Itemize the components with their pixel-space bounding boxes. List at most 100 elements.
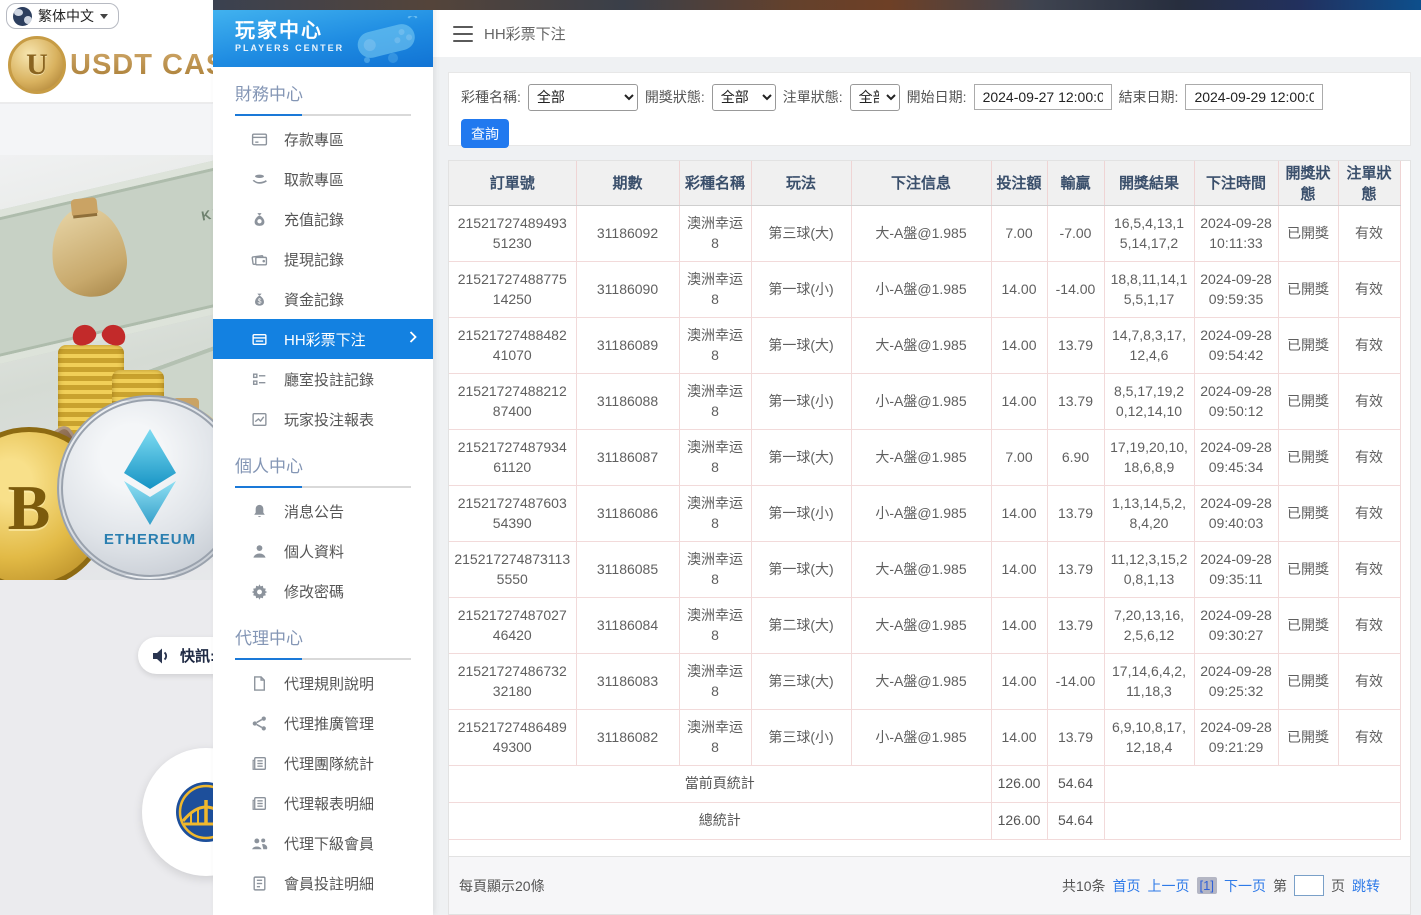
table-cell: 大-A盤@1.985 [851, 597, 991, 653]
table-cell: 2152172748673232180 [449, 653, 576, 709]
sidebar-item-3-2[interactable]: 代理報表明細 [213, 783, 433, 823]
logo-coin-icon: U [8, 36, 66, 94]
start-date-input[interactable] [974, 84, 1112, 110]
sidebar-item-0-0[interactable]: 存款專區 [213, 119, 433, 159]
table-cell: 14.00 [991, 597, 1047, 653]
sidebar-item-2-1[interactable]: 修改密碼 [213, 571, 433, 611]
table-cell: 小-A盤@1.985 [851, 261, 991, 317]
table-cell: 18,8,11,14,15,5,1,17 [1104, 261, 1194, 317]
sidebar-item-0-2[interactable]: 代理規則說明 [213, 663, 433, 703]
sidebar-item-label: 個人資料 [284, 541, 344, 562]
table-cell: 2152172748848241070 [449, 317, 576, 373]
sidebar-item-1-0[interactable]: 取款專區 [213, 159, 433, 199]
sidebar-item-label: 代理下級會員 [284, 833, 374, 854]
order-status-select[interactable]: 全部 [850, 84, 900, 111]
sidebar-item-label: 消息公告 [284, 501, 344, 522]
first-page-link[interactable]: 首页 [1113, 876, 1141, 896]
table-cell: -14.00 [1047, 261, 1104, 317]
draw-status-select[interactable]: 全部 [712, 84, 776, 111]
table-cell: 2024-09-28 09:45:34 [1194, 429, 1278, 485]
sidebar-item-1-2[interactable]: 代理推廣管理 [213, 703, 433, 743]
summary-empty [1104, 802, 1400, 839]
table-cell: 有效 [1338, 317, 1400, 373]
table-cell: 澳洲幸运8 [679, 709, 751, 765]
sidebar-item-label: HH彩票下注 [284, 329, 366, 350]
recharge-bag-icon [250, 210, 268, 228]
sidebar-item-label: 資金記錄 [284, 289, 344, 310]
sidebar-item-2-2[interactable]: 代理團隊統計 [213, 743, 433, 783]
pagination-controls: 共10条 首页 上一页 [1] 下一页 第 页 跳转 [1062, 875, 1380, 896]
lottery-name-select-label: 彩種名稱: [461, 87, 521, 107]
sidebar-item-6-0[interactable]: 廳室投註記錄 [213, 359, 433, 399]
page-number-input[interactable] [1294, 875, 1324, 896]
table-cell: 澳洲幸运8 [679, 373, 751, 429]
table-cell: 已開獎 [1278, 653, 1338, 709]
table-cell: 31186083 [576, 653, 679, 709]
table-cell: 2152172748760354390 [449, 485, 576, 541]
table-row: 215217274882128740031186088澳洲幸运8第一球(小)小-… [449, 373, 1400, 429]
table-cell: 2152172748648949300 [449, 709, 576, 765]
sidebar-item-label: 充值記錄 [284, 209, 344, 230]
sidebar-item-label: 廳室投註記錄 [284, 369, 374, 390]
sidebar-item-0-1[interactable]: 消息公告 [213, 491, 433, 531]
table-cell: 2024-09-28 09:25:32 [1194, 653, 1278, 709]
sidebar-item-4-2[interactable]: 代理下級會員 [213, 823, 433, 863]
table-row: 215217274870274642031186084澳洲幸运8第二球(大)大-… [449, 597, 1400, 653]
sidebar: 玩家中心 PLAYERS CENTER 財務中心存款專區取款專區充值記錄提現記錄… [213, 0, 433, 915]
sidebar-item-4-0[interactable]: $資金記錄 [213, 279, 433, 319]
table-cell: 有效 [1338, 429, 1400, 485]
table-cell: 第二球(大) [751, 597, 851, 653]
sidebar-item-2-0[interactable]: 充值記錄 [213, 199, 433, 239]
table-cell: 14.00 [991, 373, 1047, 429]
table-cell: 7.00 [991, 205, 1047, 261]
sidebar-item-label: 修改密碼 [284, 581, 344, 602]
column-header: 下注信息 [851, 161, 991, 205]
sidebar-item-label: 代理報表明細 [284, 793, 374, 814]
table-cell: 小-A盤@1.985 [851, 485, 991, 541]
table-cell: 2152172748949351230 [449, 205, 576, 261]
top-banner-strip [213, 0, 1421, 10]
prev-page-link[interactable]: 上一页 [1148, 876, 1190, 896]
column-header: 開獎結果 [1104, 161, 1194, 205]
table-cell: 2024-09-28 09:54:42 [1194, 317, 1278, 373]
next-page-link[interactable]: 下一页 [1224, 876, 1266, 896]
summary-win-total: 54.64 [1047, 765, 1104, 802]
sidebar-item-6-2[interactable]: 會員交易明細 [213, 903, 433, 915]
table-cell: 澳洲幸运8 [679, 429, 751, 485]
player-report-icon [250, 410, 268, 428]
sidebar-item-1-1[interactable]: 個人資料 [213, 531, 433, 571]
sidebar-item-5-2[interactable]: 會員投註明細 [213, 863, 433, 903]
table-cell: 6.90 [1047, 429, 1104, 485]
menu-toggle-icon[interactable] [453, 26, 473, 42]
summary-bet-total: 126.00 [991, 802, 1047, 839]
table-cell: 2024-09-28 09:40:03 [1194, 485, 1278, 541]
table-cell: 有效 [1338, 597, 1400, 653]
main-header: HH彩票下注 [433, 10, 1421, 57]
table-cell: 2152172748877514250 [449, 261, 576, 317]
table-cell: 31186090 [576, 261, 679, 317]
end-date-input[interactable] [1185, 84, 1323, 110]
sidebar-item-label: 玩家投注報表 [284, 409, 374, 430]
table-cell: 第一球(小) [751, 485, 851, 541]
lottery-name-select[interactable]: 全部 [528, 84, 638, 111]
jump-link[interactable]: 跳转 [1352, 876, 1380, 896]
table-cell: 8,5,17,19,20,12,14,10 [1104, 373, 1194, 429]
table-cell: 澳洲幸运8 [679, 597, 751, 653]
query-button[interactable]: 查詢 [461, 119, 509, 148]
sidebar-item-3-0[interactable]: 提現記錄 [213, 239, 433, 279]
table-row: 215217274879346112031186087澳洲幸运8第一球(大)大-… [449, 429, 1400, 485]
gamepad-icon [349, 16, 423, 64]
table-cell: 澳洲幸运8 [679, 485, 751, 541]
language-selector[interactable]: 繁体中文 [6, 3, 119, 29]
bets-table: 訂單號期數彩種名稱玩法下注信息投注額輸贏開獎結果下注時間開獎狀態注單狀態 215… [449, 161, 1401, 840]
bell-icon [250, 502, 268, 520]
table-cell: 已開獎 [1278, 429, 1338, 485]
table-cell: 第一球(大) [751, 541, 851, 597]
table-cell: 2152172748702746420 [449, 597, 576, 653]
sidebar-item-7-0[interactable]: 玩家投注報表 [213, 399, 433, 439]
sidebar-section-title: 財務中心 [235, 80, 411, 105]
table-cell: 11,12,3,15,20,8,1,13 [1104, 541, 1194, 597]
table-cell: -14.00 [1047, 653, 1104, 709]
sidebar-item-5-0[interactable]: HH彩票下注 [213, 319, 433, 359]
current-page-badge[interactable]: [1] [1197, 877, 1217, 894]
